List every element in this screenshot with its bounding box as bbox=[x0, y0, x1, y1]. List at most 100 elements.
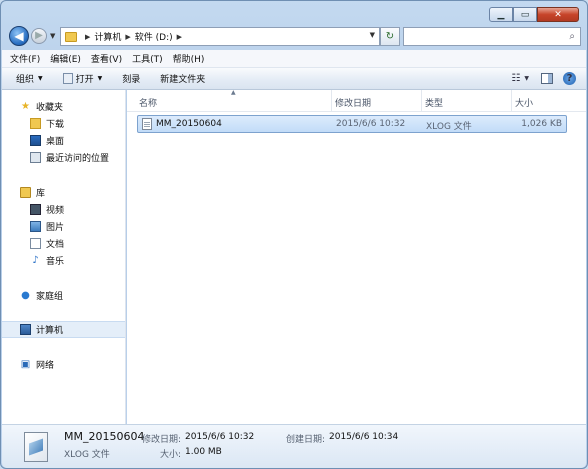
details-created-label: 创建日期: bbox=[286, 435, 326, 445]
chevron-down-icon: ▼ bbox=[38, 75, 43, 82]
folder-icon bbox=[65, 31, 77, 42]
nav-videos-label: 视频 bbox=[46, 206, 65, 216]
file-thumbnail-icon bbox=[24, 432, 48, 462]
details-file-name: MM_20150604 bbox=[64, 430, 145, 443]
downloads-folder-icon bbox=[30, 118, 41, 129]
column-divider[interactable] bbox=[511, 90, 512, 112]
column-size[interactable]: 大小 bbox=[515, 96, 533, 109]
nav-pictures-label: 图片 bbox=[46, 223, 65, 233]
nav-recent-places[interactable]: 最近访问的位置 bbox=[2, 149, 125, 166]
nav-documents[interactable]: 文档 bbox=[2, 235, 125, 252]
nav-videos[interactable]: 视频 bbox=[2, 201, 125, 218]
maximize-button[interactable]: ▭ bbox=[513, 7, 537, 22]
nav-music-label: 音乐 bbox=[46, 257, 65, 267]
preview-pane-icon[interactable] bbox=[541, 73, 553, 84]
breadcrumb-computer[interactable]: 计算机 bbox=[94, 30, 121, 43]
menu-help[interactable]: 帮助(H) bbox=[173, 52, 205, 65]
burn-button[interactable]: 刻录 bbox=[122, 72, 140, 85]
column-modified[interactable]: 修改日期 bbox=[335, 96, 371, 109]
star-icon: ★ bbox=[21, 101, 30, 112]
details-size-label: 大小: bbox=[160, 450, 182, 460]
nav-favorites-label: 收藏夹 bbox=[36, 103, 64, 113]
details-size-value: 1.00 MB bbox=[185, 447, 222, 457]
recent-places-icon bbox=[30, 152, 41, 163]
menu-edit[interactable]: 编辑(E) bbox=[50, 52, 81, 65]
nav-computer[interactable]: 计算机 bbox=[2, 321, 125, 338]
menu-file[interactable]: 文件(F) bbox=[10, 52, 40, 65]
address-bar[interactable]: ▶ 计算机 ▶ 软件 (D:) ▶ ▼ bbox=[60, 27, 380, 46]
sort-up-icon: ▲ bbox=[231, 89, 236, 96]
toolbar-right: ☷ ▼ ? bbox=[501, 72, 576, 85]
nav-desktop-label: 桌面 bbox=[46, 137, 65, 147]
address-row: ◀ ▶ ▼ ▶ 计算机 ▶ 软件 (D:) ▶ ▼ ↻ ⌕ bbox=[7, 25, 581, 47]
column-divider[interactable] bbox=[331, 90, 332, 112]
organize-button[interactable]: 组织 ▼ bbox=[16, 72, 43, 85]
computer-icon bbox=[20, 324, 31, 335]
file-list: ▲ 名称 修改日期 类型 大小 MM_20150604 2015/6/6 10:… bbox=[127, 89, 586, 424]
details-pane: MM_20150604 XLOG 文件 修改日期: 2015/6/6 10:32… bbox=[2, 424, 586, 468]
pictures-icon bbox=[30, 221, 41, 232]
close-button[interactable]: ✕ bbox=[537, 7, 579, 22]
nav-documents-label: 文档 bbox=[46, 240, 65, 250]
details-modified-label: 修改日期: bbox=[142, 435, 182, 445]
column-name[interactable]: 名称 bbox=[139, 96, 157, 109]
nav-recent-label: 最近访问的位置 bbox=[46, 154, 110, 164]
new-folder-button[interactable]: 新建文件夹 bbox=[160, 72, 205, 85]
nav-computer-label: 计算机 bbox=[36, 326, 64, 336]
details-modified-value: 2015/6/6 10:32 bbox=[185, 432, 255, 442]
search-icon[interactable]: ⌕ bbox=[569, 31, 575, 42]
open-icon bbox=[62, 73, 73, 84]
back-button[interactable]: ◀ bbox=[9, 26, 29, 46]
forward-button[interactable]: ▶ bbox=[31, 28, 47, 44]
nav-network-label: 网络 bbox=[36, 361, 55, 371]
navigation-pane: ★ 收藏夹 下载 桌面 最近访问的位置 库 视频 图片 文档 ♪ 音乐 ● 家庭… bbox=[2, 90, 126, 424]
search-input[interactable]: ⌕ bbox=[403, 27, 581, 46]
chevron-down-icon: ▼ bbox=[97, 75, 103, 82]
network-icon: ▣ bbox=[20, 359, 31, 370]
column-divider[interactable] bbox=[421, 90, 422, 112]
breadcrumb-separator-icon[interactable]: ▶ bbox=[177, 33, 182, 41]
nav-favorites[interactable]: ★ 收藏夹 bbox=[2, 98, 125, 115]
recent-pages-dropdown-icon[interactable]: ▼ bbox=[50, 32, 55, 40]
caption-buttons: ▁ ▭ ✕ bbox=[489, 7, 579, 22]
open-button[interactable]: 打开 ▼ bbox=[62, 72, 103, 85]
view-dropdown-icon[interactable]: ▼ bbox=[524, 75, 529, 82]
video-icon bbox=[30, 204, 41, 215]
address-dropdown-icon[interactable]: ▼ bbox=[370, 31, 375, 39]
nav-network[interactable]: ▣ 网络 bbox=[2, 356, 125, 373]
view-options-icon[interactable]: ☷ bbox=[511, 73, 520, 84]
homegroup-icon: ● bbox=[21, 290, 30, 301]
details-created-value: 2015/6/6 10:34 bbox=[329, 432, 399, 442]
breadcrumb-separator-icon[interactable]: ▶ bbox=[125, 33, 130, 41]
nav-pictures[interactable]: 图片 bbox=[2, 218, 125, 235]
nav-libraries[interactable]: 库 bbox=[2, 184, 125, 201]
file-type: XLOG 文件 bbox=[426, 122, 472, 132]
nav-homegroup[interactable]: ● 家庭组 bbox=[2, 287, 125, 304]
file-name: MM_20150604 bbox=[156, 119, 222, 129]
nav-downloads[interactable]: 下载 bbox=[2, 115, 125, 132]
command-bar: 组织 ▼ 打开 ▼ 刻录 新建文件夹 ☷ ▼ ? bbox=[2, 68, 586, 90]
nav-homegroup-label: 家庭组 bbox=[36, 292, 64, 302]
nav-music[interactable]: ♪ 音乐 bbox=[2, 252, 125, 269]
library-icon bbox=[20, 187, 31, 198]
nav-desktop[interactable]: 桌面 bbox=[2, 132, 125, 149]
minimize-button[interactable]: ▁ bbox=[489, 7, 513, 22]
file-row[interactable]: MM_20150604 2015/6/6 10:32 XLOG 文件 1,026… bbox=[137, 115, 567, 133]
file-size: 1,026 KB bbox=[521, 119, 562, 129]
organize-label: 组织 bbox=[16, 75, 35, 85]
refresh-button[interactable]: ↻ bbox=[380, 27, 400, 46]
explorer-window: ▁ ▭ ✕ ◀ ▶ ▼ ▶ 计算机 ▶ 软件 (D:) ▶ ▼ ↻ ⌕ 文件(F… bbox=[0, 0, 588, 469]
music-note-icon: ♪ bbox=[32, 255, 39, 266]
breadcrumb-separator-icon[interactable]: ▶ bbox=[85, 33, 90, 41]
column-headers: ▲ 名称 修改日期 类型 大小 bbox=[127, 89, 586, 112]
help-icon[interactable]: ? bbox=[563, 72, 576, 85]
column-type[interactable]: 类型 bbox=[425, 96, 443, 109]
file-modified: 2015/6/6 10:32 bbox=[336, 119, 406, 129]
open-label: 打开 bbox=[75, 75, 94, 85]
breadcrumb-drive-d[interactable]: 软件 (D:) bbox=[135, 30, 173, 43]
nav-downloads-label: 下载 bbox=[46, 120, 65, 130]
nav-libraries-label: 库 bbox=[36, 189, 46, 199]
menu-view[interactable]: 查看(V) bbox=[91, 52, 122, 65]
menu-tools[interactable]: 工具(T) bbox=[132, 52, 163, 65]
documents-icon bbox=[30, 238, 41, 249]
